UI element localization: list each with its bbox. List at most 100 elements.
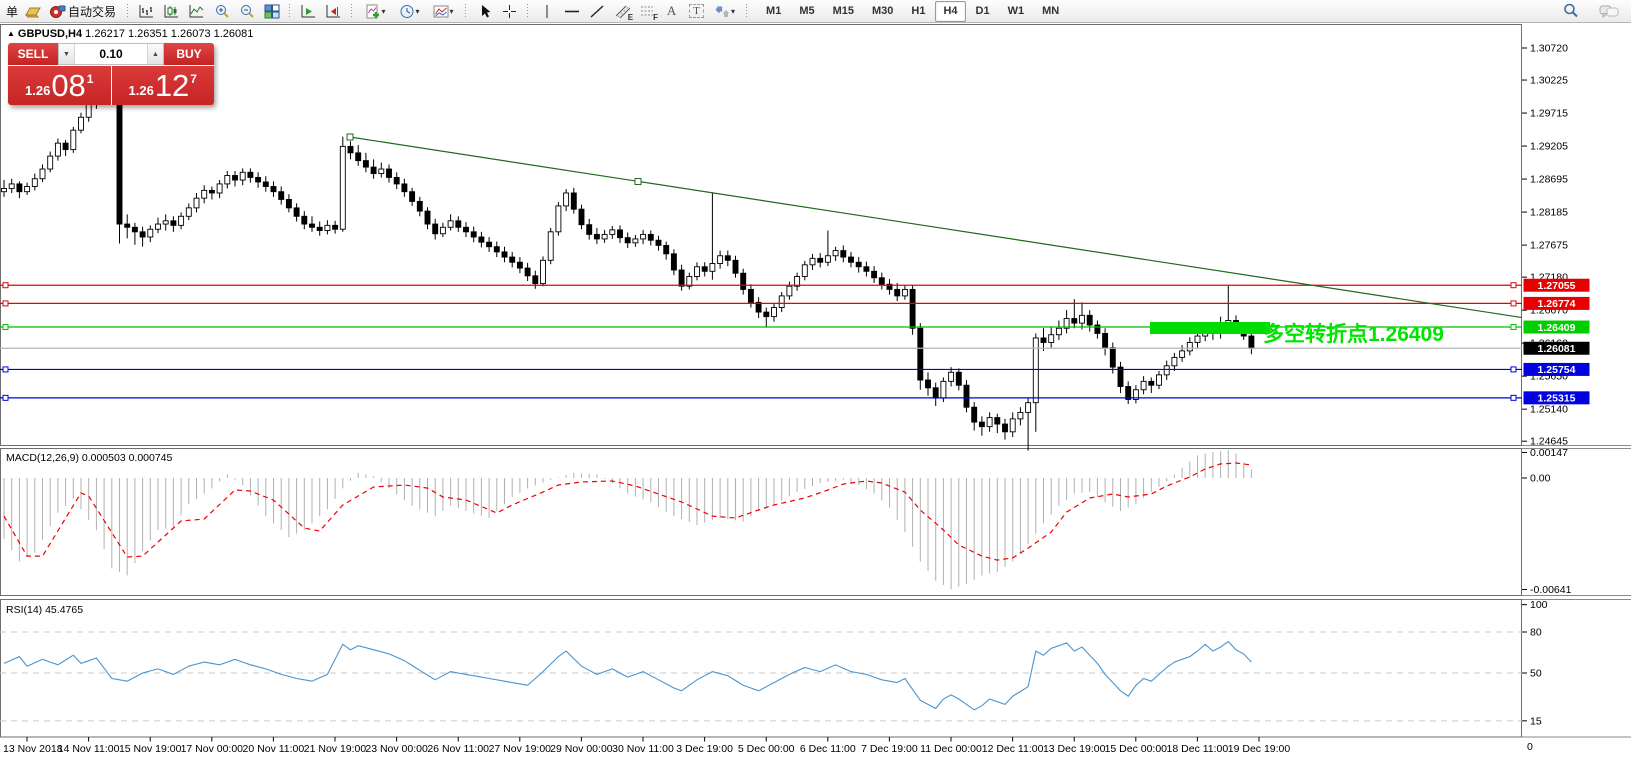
chart-shift-button[interactable] xyxy=(322,2,345,21)
chart-symbol-period: GBPUSD,H4 xyxy=(18,28,82,40)
bar-chart-button[interactable] xyxy=(135,2,158,21)
price-label-1.25754: 1.25754 xyxy=(1524,363,1590,376)
price-label-1.26774: 1.26774 xyxy=(1524,297,1590,310)
chat-button[interactable] xyxy=(1597,2,1620,21)
svg-text:1.30225: 1.30225 xyxy=(1530,75,1568,87)
tile-windows-button[interactable] xyxy=(260,2,283,21)
cursor-button[interactable] xyxy=(473,2,496,21)
arrows-icon xyxy=(715,4,730,19)
svg-text:15 Dec 00:00: 15 Dec 00:00 xyxy=(1105,743,1168,755)
chart-canvas[interactable]: MACD(12,26,9) 0.000503 0.0007450.001470.… xyxy=(0,0,1631,769)
volume-value[interactable]: 0.10 xyxy=(75,44,147,64)
svg-text:15 Nov 19:00: 15 Nov 19:00 xyxy=(119,743,182,755)
text-icon: A xyxy=(667,3,676,19)
toolbar-grip[interactable] xyxy=(126,4,130,19)
new-order-icon xyxy=(24,4,42,19)
timeframe-bar: M1M5M15M30H1H4D1W1MN xyxy=(757,1,1068,22)
timeframe-mn[interactable]: MN xyxy=(1034,1,1067,22)
svg-text:0.00147: 0.00147 xyxy=(1530,447,1568,459)
new-order-button[interactable] xyxy=(21,2,44,21)
zoom-in-button[interactable] xyxy=(210,2,233,21)
vertical-line-button[interactable] xyxy=(535,2,558,21)
sell-price-prefix: 1.26 xyxy=(25,83,50,98)
svg-text:26 Nov 11:00: 26 Nov 11:00 xyxy=(427,743,489,755)
fibo-letter: F xyxy=(653,13,658,22)
svg-text:1.24645: 1.24645 xyxy=(1530,436,1568,448)
zoom-in-icon xyxy=(214,4,230,19)
timeframe-m1[interactable]: M1 xyxy=(758,1,789,22)
rsi-label: RSI(14) 45.4765 xyxy=(6,604,83,616)
buy-price-sup: 7 xyxy=(190,72,197,86)
line-chart-button[interactable] xyxy=(185,2,208,21)
timeframe-d1[interactable]: D1 xyxy=(968,1,998,22)
svg-text:20 Nov 11:00: 20 Nov 11:00 xyxy=(243,743,305,755)
equidistant-channel-button[interactable]: E xyxy=(610,2,633,21)
chart-title: ▲GBPUSD,H4 1.26217 1.26351 1.26073 1.260… xyxy=(7,28,253,40)
svg-text:1.27675: 1.27675 xyxy=(1530,240,1568,252)
toolbar-grip[interactable] xyxy=(526,4,530,19)
svg-text:50: 50 xyxy=(1530,668,1542,680)
crosshair-button[interactable] xyxy=(498,2,521,21)
svg-text:1.25754: 1.25754 xyxy=(1538,364,1576,376)
toolbar-grip[interactable] xyxy=(464,4,468,19)
candlestick-icon xyxy=(163,4,180,19)
sell-price-sup: 1 xyxy=(87,72,94,86)
trendline-button[interactable] xyxy=(585,2,608,21)
time-axis[interactable]: 13 Nov 201814 Nov 11:0015 Nov 19:0017 No… xyxy=(3,737,1533,755)
periods-button[interactable]: ▾ xyxy=(393,2,425,21)
svg-text:13 Nov 2018: 13 Nov 2018 xyxy=(3,743,63,755)
chat-icon xyxy=(1599,4,1619,19)
corner-label: 0 xyxy=(1527,741,1533,753)
sell-price-tile[interactable]: 1.26 08 1 xyxy=(8,66,111,105)
search-button[interactable] xyxy=(1559,2,1582,21)
horizontal-line-button[interactable] xyxy=(560,2,583,21)
svg-text:-0.00641: -0.00641 xyxy=(1530,584,1572,596)
timeframe-m5[interactable]: M5 xyxy=(791,1,822,22)
toolbar-grip[interactable] xyxy=(288,4,292,19)
chevron-down-icon: ▾ xyxy=(416,7,420,16)
auto-scroll-button[interactable] xyxy=(297,2,320,21)
svg-text:19 Dec 19:00: 19 Dec 19:00 xyxy=(1228,743,1291,755)
fibonacci-icon xyxy=(639,4,655,19)
templates-button[interactable]: ▾ xyxy=(427,2,459,21)
autotrading-button[interactable]: 自动交易 xyxy=(46,2,121,21)
order-menu-label[interactable]: 单 xyxy=(4,3,20,20)
svg-text:18 Dec 11:00: 18 Dec 11:00 xyxy=(1167,743,1229,755)
arrows-button[interactable]: ▾ xyxy=(710,2,740,21)
toolbar-grip[interactable] xyxy=(350,4,354,19)
crosshair-icon xyxy=(502,4,517,19)
buy-price-tile[interactable]: 1.26 12 7 xyxy=(112,66,215,105)
periods-icon xyxy=(399,4,415,19)
sell-price-big: 08 xyxy=(51,70,85,101)
text-label-button[interactable]: T xyxy=(685,2,708,21)
templates-icon xyxy=(433,4,449,19)
svg-text:3 Dec 19:00: 3 Dec 19:00 xyxy=(676,743,733,755)
price-label-1.26081: 1.26081 xyxy=(1524,342,1590,355)
sell-button[interactable]: SELL xyxy=(8,43,58,65)
volume-decrease-button[interactable]: ▼ xyxy=(59,44,75,64)
svg-text:30 Nov 11:00: 30 Nov 11:00 xyxy=(612,743,674,755)
indicators-button[interactable]: ▾ xyxy=(359,2,391,21)
volume-increase-button[interactable]: ▲ xyxy=(147,44,163,64)
panel-collapse-icon[interactable]: ▲ xyxy=(7,29,15,38)
text-button[interactable]: A xyxy=(660,2,683,21)
fibonacci-button[interactable]: F xyxy=(635,2,658,21)
trendline-icon xyxy=(589,4,605,19)
timeframe-w1[interactable]: W1 xyxy=(1000,1,1033,22)
toolbar-grip[interactable] xyxy=(745,4,749,19)
timeframe-h4[interactable]: H4 xyxy=(935,1,965,22)
timeframe-m15[interactable]: M15 xyxy=(825,1,862,22)
svg-text:1.29205: 1.29205 xyxy=(1530,141,1568,153)
price-axis[interactable]: 1.307201.302251.297151.292051.286951.281… xyxy=(1522,43,1568,448)
svg-text:1.28695: 1.28695 xyxy=(1530,174,1568,186)
candlestick-button[interactable] xyxy=(160,2,183,21)
svg-text:100: 100 xyxy=(1530,599,1548,611)
highlight-zone[interactable] xyxy=(1150,322,1270,334)
volume-stepper: ▼ 0.10 ▲ xyxy=(58,43,164,65)
annotation-text[interactable]: 多空转折点1.26409 xyxy=(1263,322,1444,346)
svg-text:7 Dec 19:00: 7 Dec 19:00 xyxy=(861,743,918,755)
timeframe-h1[interactable]: H1 xyxy=(903,1,933,22)
buy-button[interactable]: BUY xyxy=(164,43,214,65)
timeframe-m30[interactable]: M30 xyxy=(864,1,901,22)
zoom-out-button[interactable] xyxy=(235,2,258,21)
